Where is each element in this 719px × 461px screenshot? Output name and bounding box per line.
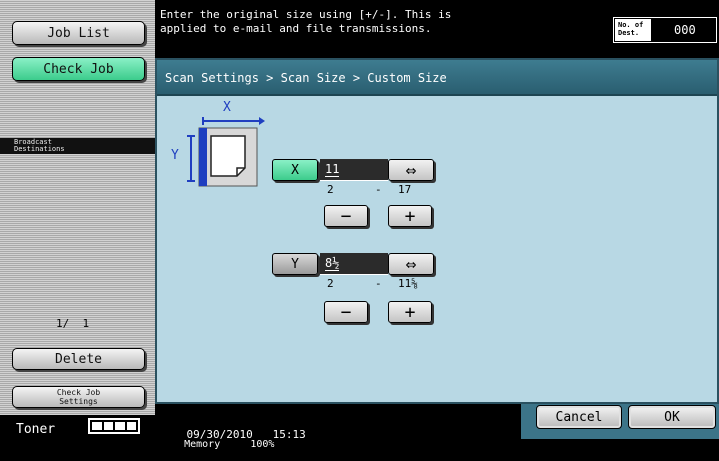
message-bar: Enter the original size using [+/-]. Thi… — [155, 0, 719, 58]
y-range-min: 2 — [327, 277, 334, 290]
check-job-settings-button[interactable]: Check Job Settings — [12, 386, 145, 408]
paper-size-diagram-icon — [187, 117, 265, 187]
broadcast-destinations-label: Broadcast Destinations — [14, 138, 65, 153]
y-range-max: 11⅝ — [398, 277, 418, 290]
diagram-y-label: Y — [171, 148, 179, 163]
x-swap-button[interactable]: ⇔ — [388, 159, 434, 181]
check-job-button[interactable]: Check Job — [12, 57, 145, 81]
swap-arrows-icon: ⇔ — [405, 159, 417, 181]
breadcrumb: Scan Settings > Scan Size > Custom Size — [165, 71, 447, 85]
destination-count-label: No. of Dest. — [615, 19, 651, 41]
memory-label: Memory — [184, 439, 221, 450]
y-value: 8½ — [325, 255, 340, 271]
toner-cell — [115, 422, 125, 430]
y-range-separator: - — [375, 277, 382, 290]
minus-icon: − — [340, 205, 352, 227]
y-swap-button[interactable]: ⇔ — [388, 253, 434, 275]
status-bar: 09/30/2010 15:13 Memory 100% Cancel OK — [155, 404, 719, 450]
plus-icon: + — [404, 301, 416, 323]
memory-status: Memory 100% — [160, 428, 274, 461]
memory-value: 100% — [250, 439, 275, 450]
delete-button[interactable]: Delete — [12, 348, 145, 370]
plus-icon: + — [404, 205, 416, 227]
broadcast-destinations-header: Broadcast Destinations — [0, 138, 155, 154]
x-axis-button[interactable]: X — [272, 159, 318, 181]
y-increment-button[interactable]: + — [388, 301, 432, 323]
breadcrumb-bar: Scan Settings > Scan Size > Custom Size — [157, 60, 717, 96]
toner-label: Toner — [16, 422, 56, 437]
swap-arrows-icon: ⇔ — [405, 253, 417, 275]
ok-button[interactable]: OK — [628, 405, 716, 429]
toner-gauge — [88, 418, 140, 434]
status-time: 15:13 — [272, 428, 306, 441]
toner-cell — [103, 422, 113, 430]
y-axis-button[interactable]: Y — [272, 253, 318, 275]
destination-count-value: 000 — [674, 23, 696, 37]
instruction-message: Enter the original size using [+/-]. Thi… — [160, 8, 452, 35]
x-value: 11 — [325, 161, 340, 177]
cancel-button[interactable]: Cancel — [536, 405, 622, 429]
diagram-x-label: X — [223, 100, 231, 115]
x-decrement-button[interactable]: − — [324, 205, 368, 227]
toner-cell — [92, 422, 102, 430]
destination-count-box: No. of Dest. 000 — [613, 17, 717, 43]
x-range-separator: - — [375, 183, 382, 196]
minus-icon: − — [340, 301, 352, 323]
page-counter: 1/ 1 — [56, 317, 90, 330]
job-list-button[interactable]: Job List — [12, 21, 145, 45]
x-increment-button[interactable]: + — [388, 205, 432, 227]
y-decrement-button[interactable]: − — [324, 301, 368, 323]
y-value-field[interactable]: 8½ — [320, 253, 388, 275]
custom-size-panel: Scan Settings > Scan Size > Custom Size … — [155, 58, 719, 404]
x-range-max: 17 — [398, 183, 412, 196]
x-range-min: 2 — [327, 183, 334, 196]
left-panel: Job List Check Job Broadcast Destination… — [0, 0, 155, 439]
size-diagram: X Y — [171, 100, 267, 196]
x-value-field[interactable]: 11 — [320, 159, 388, 181]
toner-cell — [126, 422, 136, 430]
